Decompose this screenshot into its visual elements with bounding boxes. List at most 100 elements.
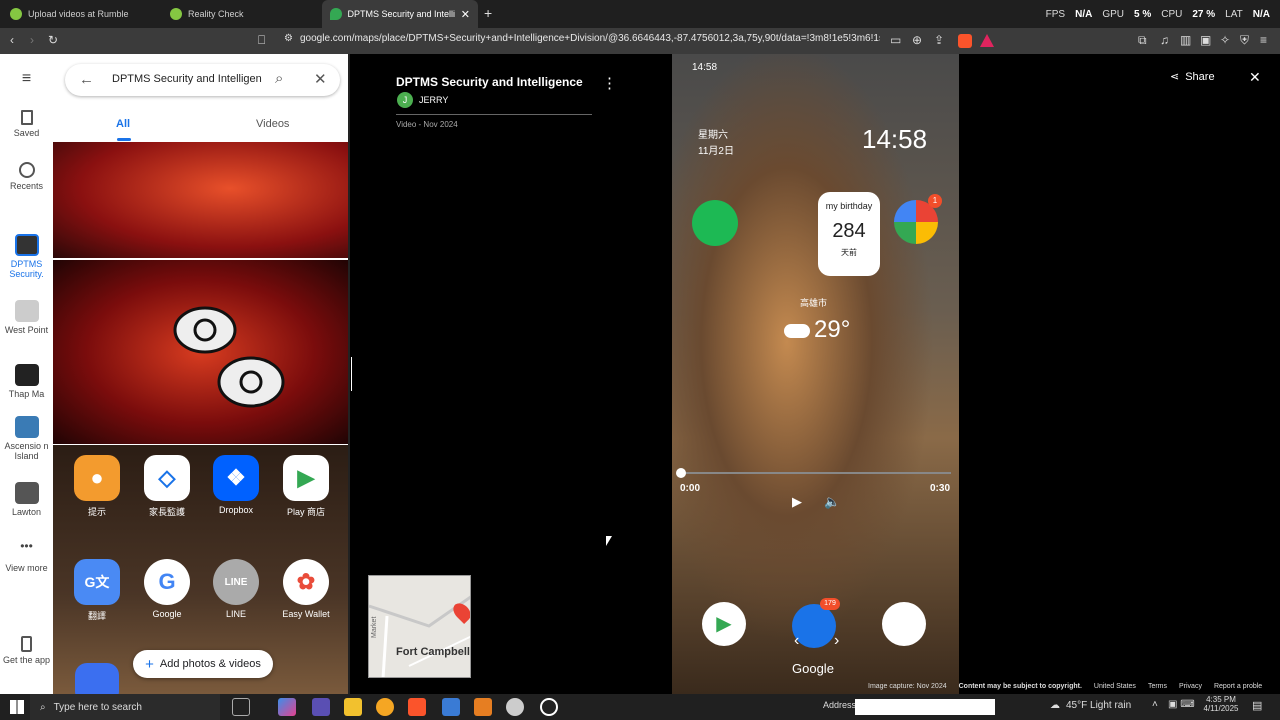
forward-icon[interactable]: › <box>30 33 34 47</box>
avatar[interactable]: J <box>397 92 413 108</box>
bookmark-icon[interactable]: ⎕ <box>258 33 265 48</box>
tab-videos[interactable]: Videos <box>256 118 289 130</box>
video-progress-track[interactable] <box>680 472 951 474</box>
close-icon[interactable]: ✕ <box>314 70 327 88</box>
media-icon[interactable]: ♫ <box>1160 33 1169 47</box>
birthday-widget: my birthday 284 天前 <box>818 192 880 276</box>
volume-icon[interactable]: 🔈 <box>824 494 840 510</box>
region-link[interactable]: United States <box>1094 683 1136 690</box>
app-tips: ● 提示 <box>67 455 127 518</box>
notifications-icon[interactable]: ▤ <box>1252 699 1262 712</box>
headphones-app-icon <box>75 663 119 694</box>
tab-reality-check[interactable]: Reality Check <box>162 0 320 28</box>
play-icon[interactable]: ▶ <box>792 494 802 510</box>
menu-icon[interactable]: ≡ <box>1260 33 1267 47</box>
time-total: 0:30 <box>930 483 951 494</box>
tab-label: Reality Check <box>188 9 244 19</box>
photo-thumbnail[interactable] <box>53 142 348 258</box>
more-options-icon[interactable]: ⋮ <box>602 74 617 92</box>
search-box[interactable]: ← DPTMS Security and Intelligen ⌕ ✕ <box>65 64 340 96</box>
brave-rewards-icon[interactable] <box>980 34 994 47</box>
dropbox-icon: ❖ <box>213 455 259 501</box>
vpn-icon[interactable]: ⛨ <box>1240 33 1249 48</box>
share-button[interactable]: ⋖ Share <box>1170 70 1215 84</box>
add-photos-button[interactable]: + Add photos & videos <box>133 650 273 678</box>
author-name[interactable]: JERRY <box>419 95 448 105</box>
video-frame[interactable]: 14:58 星期六 11月2日 14:58 my birthday 284 天前… <box>672 54 959 694</box>
app-icon[interactable] <box>506 698 524 716</box>
address-toolbar-input[interactable] <box>855 699 995 715</box>
rail-ascension-island[interactable]: Ascensio n Island <box>0 416 53 461</box>
weather-widget[interactable]: ☁ 45°F Light rain <box>1050 700 1131 711</box>
sidebar-icon[interactable]: ▥ <box>1180 33 1191 47</box>
cpu-label: CPU <box>1161 8 1183 20</box>
vscode-icon[interactable] <box>442 698 460 716</box>
leo-ai-icon[interactable]: ✧ <box>1220 33 1230 47</box>
rumble-icon <box>10 8 22 20</box>
close-tab-icon[interactable]: ✕ <box>461 8 470 21</box>
next-icon[interactable]: › <box>834 632 839 650</box>
map-street-label: Market <box>371 616 378 638</box>
search-icon[interactable]: ⌕ <box>275 70 283 87</box>
tab-dptms-maps[interactable]: DPTMS Security and Intelligence ✕ <box>322 0 478 28</box>
task-view-icon[interactable] <box>232 698 250 716</box>
rail-lawton[interactable]: Lawton <box>0 482 53 517</box>
url-field[interactable]: google.com/maps/place/DPTMS+Security+and… <box>300 33 880 44</box>
vlc-icon[interactable] <box>376 698 394 716</box>
lightbulb-icon: ● <box>74 455 120 501</box>
rail-get-app[interactable]: Get the app <box>0 636 53 665</box>
rail-view-more[interactable]: ••• View more <box>0 538 53 573</box>
app-icon[interactable] <box>312 698 330 716</box>
tray-icons[interactable]: ▣ ⌨ <box>1168 699 1195 710</box>
app-label: Play 商店 <box>286 507 325 517</box>
rail-dptms[interactable]: DPTMS Security. <box>0 234 53 279</box>
extensions-icon[interactable]: ⧉ <box>1138 33 1147 48</box>
media-player-icon[interactable] <box>540 698 558 716</box>
lat-value: N/A <box>1252 8 1270 20</box>
search-input[interactable]: DPTMS Security and Intelligen <box>112 73 267 85</box>
back-icon[interactable]: ‹ <box>10 33 14 47</box>
share-page-icon[interactable]: ⇪ <box>934 33 944 47</box>
cast-icon[interactable]: ▭ <box>890 33 901 47</box>
app-icon[interactable] <box>474 698 492 716</box>
report-problem-link[interactable]: Report a proble <box>1214 683 1262 690</box>
wallet-icon[interactable]: ▣ <box>1200 33 1211 47</box>
brave-icon[interactable] <box>408 698 426 716</box>
zoom-icon[interactable]: ⊕ <box>912 33 922 47</box>
hamburger-menu-icon[interactable]: ≡ <box>0 70 53 88</box>
maps-pin-icon <box>330 8 342 20</box>
copilot-icon[interactable] <box>278 698 296 716</box>
file-explorer-icon[interactable] <box>344 698 362 716</box>
video-progress-thumb[interactable] <box>676 468 686 478</box>
close-viewer-icon[interactable]: ✕ <box>1249 69 1261 86</box>
previous-icon[interactable]: ‹ <box>794 632 799 650</box>
site-settings-icon[interactable]: ⚙ <box>284 33 293 44</box>
new-tab-icon[interactable]: + <box>484 5 492 21</box>
rail-thap-ma[interactable]: Thap Ma <box>0 364 53 399</box>
viewer-footer: Image capture: Nov 2024 Content may be s… <box>868 683 1262 690</box>
tab-label: DPTMS Security and Intelligence <box>347 9 455 19</box>
brave-shield-icon[interactable] <box>958 34 972 48</box>
media-viewer: DPTMS Security and Intelligence Di... ⋮ … <box>352 54 1280 694</box>
photo-thumbnail[interactable] <box>53 260 348 444</box>
windows-start-icon[interactable] <box>10 700 24 714</box>
rail-saved[interactable]: Saved <box>0 110 53 138</box>
tab-rumble-upload[interactable]: Upload videos at Rumble <box>2 0 162 28</box>
birthday-unit: 天前 <box>841 248 857 257</box>
clock[interactable]: 4:35 PM 4/11/2025 <box>1198 695 1244 713</box>
rail-thap-ma-label: Thap Ma <box>8 389 45 399</box>
map-place-label: Fort Campbell <box>396 646 470 658</box>
back-arrow-icon[interactable]: ← <box>79 71 94 88</box>
taskbar-search[interactable]: ⌕ Type here to search <box>30 694 220 720</box>
privacy-link[interactable]: Privacy <box>1179 683 1202 690</box>
mini-map[interactable]: Market Fort Campbell <box>368 575 471 678</box>
rain-cloud-icon: ☁ <box>1050 700 1060 711</box>
tab-all[interactable]: All <box>116 118 130 130</box>
terms-link[interactable]: Terms <box>1148 683 1167 690</box>
chevron-up-icon[interactable]: ˄ <box>1152 699 1158 710</box>
app-label: Google <box>152 609 182 619</box>
rail-recents[interactable]: Recents <box>0 162 53 191</box>
weather-city: 高雄市 <box>800 298 828 308</box>
rail-west-point[interactable]: West Point <box>0 300 53 335</box>
reload-icon[interactable]: ↻ <box>48 33 58 47</box>
